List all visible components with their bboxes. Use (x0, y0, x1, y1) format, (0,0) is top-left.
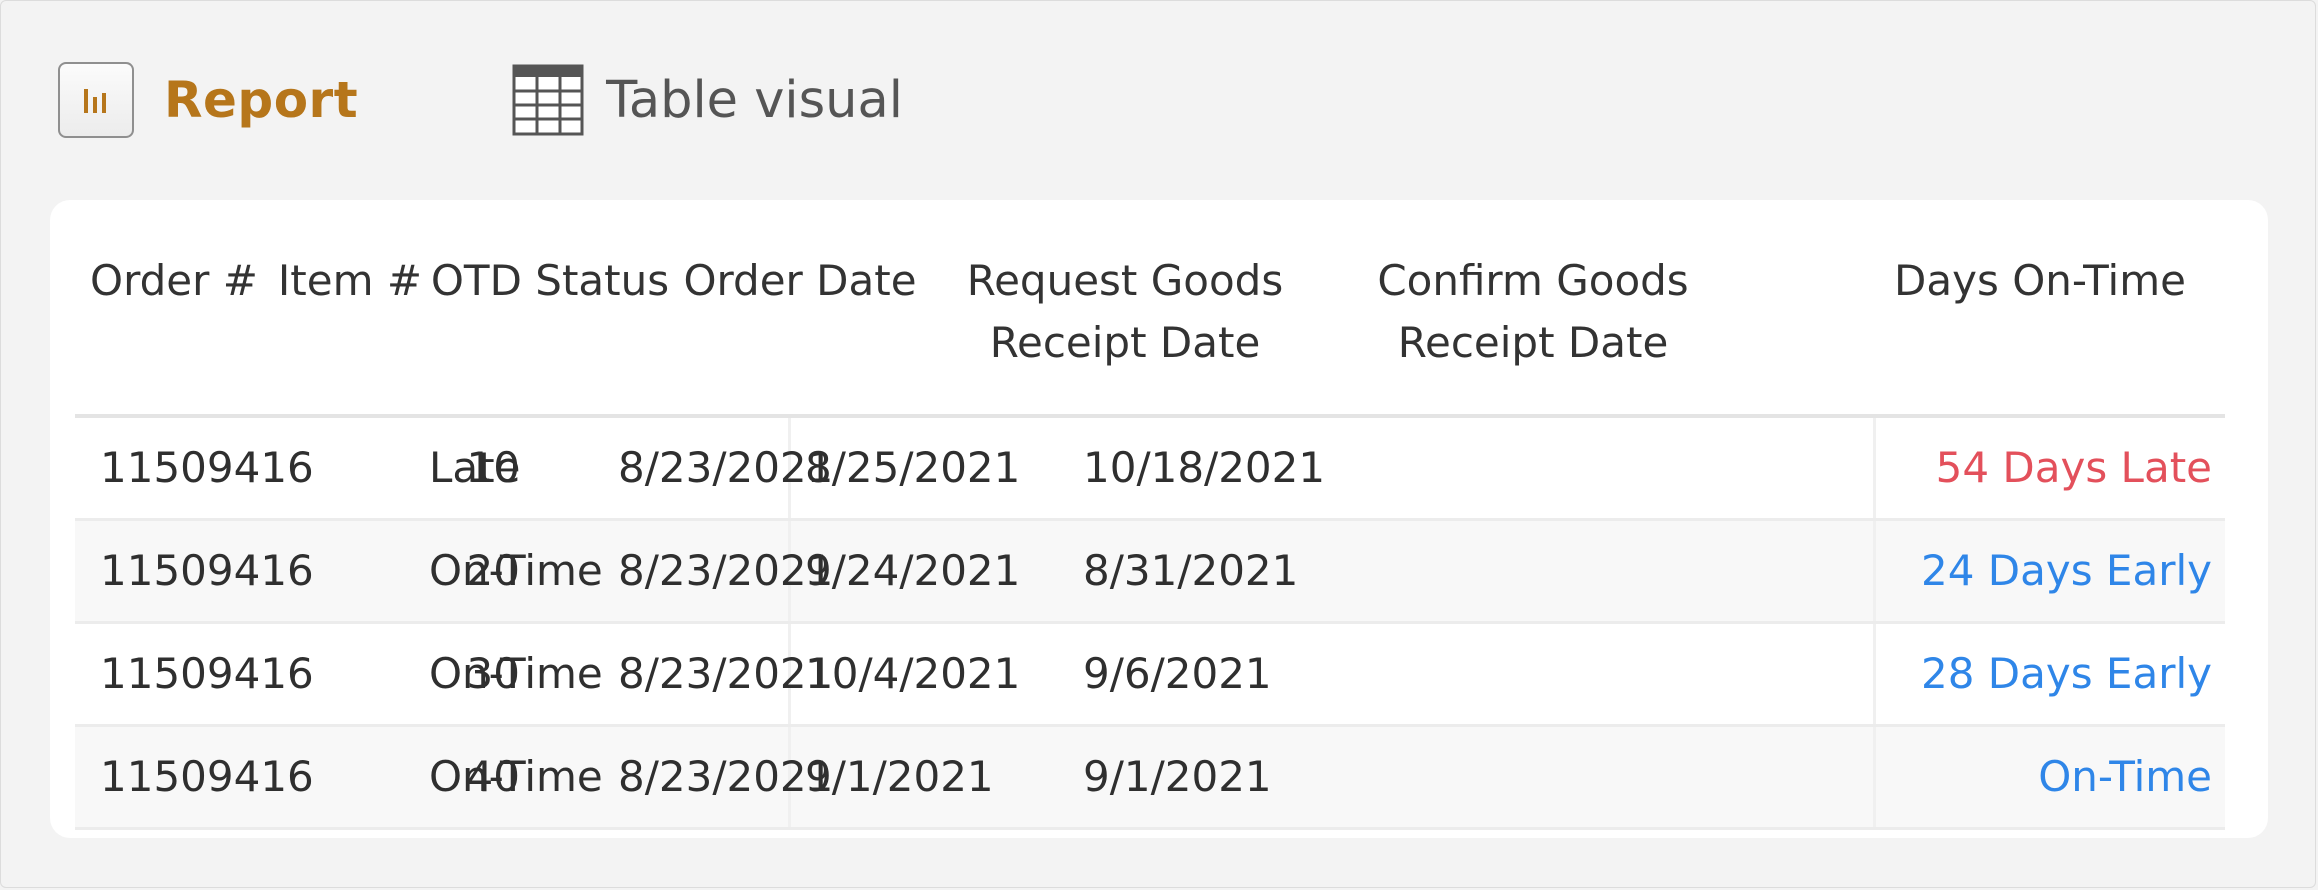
cell-confirm-date: 8/31/2021 (1083, 546, 1299, 595)
cell-otd-status: Late (429, 443, 521, 492)
cell-confirm-date: 10/18/2021 (1083, 443, 1326, 492)
cell-days-on-time: On-Time (2038, 752, 2212, 801)
cell-otd-status: On-Time (429, 649, 603, 698)
column-header-otd-status[interactable]: OTD Status (425, 250, 675, 312)
cell-days-on-time: 54 Days Late (1935, 443, 2212, 492)
cell-order-date: 8/23/2021 (618, 649, 834, 698)
cell-request-date: 9/24/2021 (805, 546, 1021, 595)
data-table: Order # Item # OTD Status Order Date Req… (75, 200, 2225, 830)
cell-order-number: 11509416 (100, 649, 314, 698)
column-header-order-date[interactable]: Order Date (670, 250, 930, 312)
cell-order-date: 8/23/2021 (618, 752, 834, 801)
header: Report Table visual (58, 58, 903, 142)
cell-days-on-time: 28 Days Early (1920, 649, 2212, 698)
cell-otd-status: On-Time (429, 546, 603, 595)
column-header-days-on-time[interactable]: Days On-Time (1870, 250, 2210, 312)
cell-days-on-time: 24 Days Early (1920, 546, 2212, 595)
cell-request-date: 9/1/2021 (805, 752, 994, 801)
table-visual-icon[interactable] (512, 64, 584, 136)
cell-order-number: 11509416 (100, 752, 314, 801)
column-divider (1873, 418, 1876, 518)
table-visual-label[interactable]: Table visual (606, 71, 903, 130)
column-header-order-number[interactable]: Order # (89, 250, 259, 312)
cell-order-date: 8/23/2021 (618, 443, 834, 492)
column-divider (1873, 727, 1876, 827)
column-header-confirm-goods-receipt-date[interactable]: Confirm Goods Receipt Date (1343, 250, 1723, 374)
table-header: Order # Item # OTD Status Order Date Req… (75, 200, 2225, 418)
table-row[interactable]: 11509416 20 On-Time 8/23/2021 9/24/2021 … (75, 521, 2225, 624)
cell-request-date: 8/25/2021 (805, 443, 1021, 492)
column-divider (1873, 521, 1876, 621)
cell-request-date: 10/4/2021 (805, 649, 1021, 698)
column-header-request-goods-receipt-date[interactable]: Request Goods Receipt Date (935, 250, 1315, 374)
cell-otd-status: On-Time (429, 752, 603, 801)
column-divider (1873, 624, 1876, 724)
column-header-item-number[interactable]: Item # (275, 250, 425, 312)
cell-confirm-date: 9/1/2021 (1083, 752, 1272, 801)
table-visual-card: Order # Item # OTD Status Order Date Req… (50, 200, 2268, 838)
cell-order-number: 11509416 (100, 546, 314, 595)
table-row[interactable]: 11509416 30 On-Time 8/23/2021 10/4/2021 … (75, 624, 2225, 727)
cell-confirm-date: 9/6/2021 (1083, 649, 1272, 698)
table-row[interactable]: 11509416 10 Late 8/23/2021 8/25/2021 10/… (75, 418, 2225, 521)
cell-order-number: 11509416 (100, 443, 314, 492)
table-row[interactable]: 11509416 40 On-Time 8/23/2021 9/1/2021 9… (75, 727, 2225, 830)
report-label[interactable]: Report (164, 71, 358, 129)
report-icon[interactable] (58, 62, 134, 138)
cell-order-date: 8/23/2021 (618, 546, 834, 595)
